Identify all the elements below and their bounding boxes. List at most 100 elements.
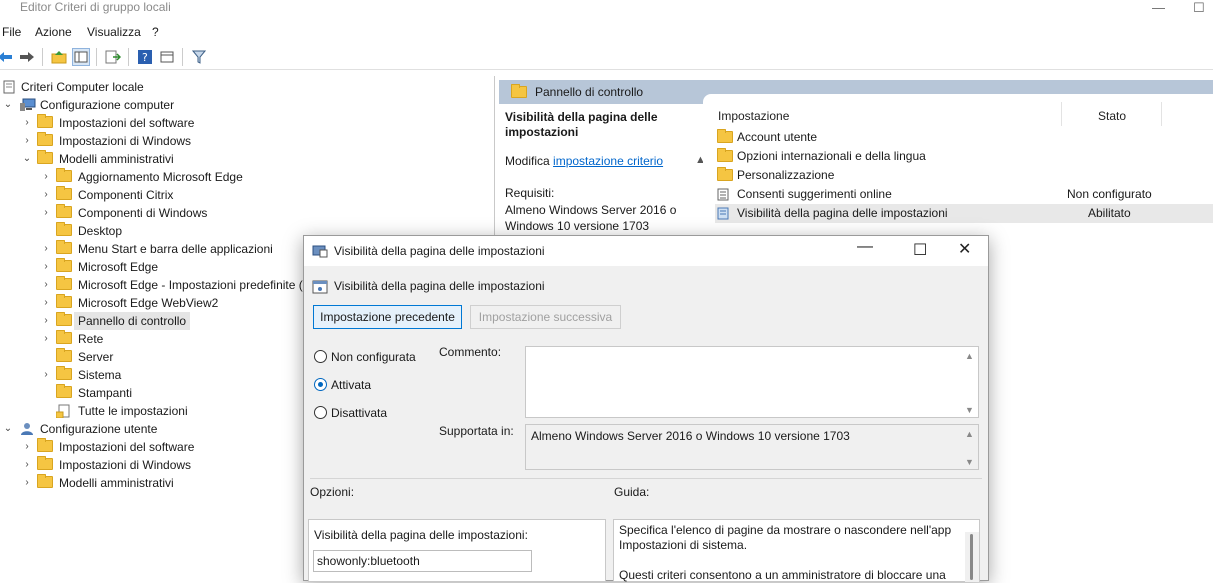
list-item[interactable]: Personalizzazione	[715, 166, 1213, 185]
chevron-right-icon[interactable]: ›	[40, 366, 52, 384]
help-scrollbar[interactable]	[965, 532, 979, 582]
toolbar: ?	[0, 44, 1213, 70]
list-item-state: Abilitato	[1088, 206, 1131, 220]
list-item-name: Account utente	[737, 130, 818, 144]
policy-app-icon	[312, 244, 328, 261]
chevron-right-icon[interactable]: ›	[40, 168, 52, 186]
chevron-right-icon[interactable]: ›	[40, 186, 52, 204]
help-scrollbar-thumb[interactable]	[970, 534, 973, 580]
list-item[interactable]: Account utente	[715, 128, 1213, 147]
chevron-down-icon[interactable]: ⌄	[21, 150, 33, 168]
toolbar-separator	[128, 48, 129, 66]
chevron-right-icon[interactable]: ›	[21, 474, 33, 492]
scroll-up-icon[interactable]: ▲	[961, 351, 978, 361]
dialog-titlebar: Visibilità della pagina delle impostazio…	[304, 236, 988, 266]
folder-icon	[717, 129, 733, 143]
chevron-right-icon[interactable]: ›	[21, 114, 33, 132]
chevron-right-icon[interactable]: ›	[40, 330, 52, 348]
chevron-right-icon[interactable]: ›	[21, 132, 33, 150]
chevron-right-icon[interactable]: ›	[21, 438, 33, 456]
dialog-close-button[interactable]: ✕	[958, 239, 971, 259]
option-field-label: Visibilità della pagina delle impostazio…	[314, 528, 528, 542]
chevron-right-icon[interactable]: ›	[40, 258, 52, 276]
folder-icon	[56, 312, 72, 326]
column-header-state[interactable]: Stato	[1098, 109, 1126, 123]
edit-policy-link[interactable]: impostazione criterio	[553, 154, 663, 168]
scroll-down-icon[interactable]: ▼	[961, 457, 978, 467]
filter-icon[interactable]	[190, 48, 208, 66]
folder-icon	[37, 474, 53, 488]
tree-label: Server	[78, 350, 114, 364]
chevron-right-icon[interactable]: ›	[40, 240, 52, 258]
radio-enabled[interactable]	[314, 378, 327, 391]
all-settings-icon	[55, 404, 72, 419]
folder-icon	[56, 186, 72, 200]
list-item-selected[interactable]: Visibilità della pagina delle impostazio…	[715, 204, 1213, 223]
toolbar-separator	[42, 48, 43, 66]
radio-enabled-label[interactable]: Attivata	[331, 378, 371, 392]
folder-icon	[37, 132, 53, 146]
window-title: Editor Criteri di gruppo locali	[20, 0, 171, 14]
help-icon[interactable]: ?	[136, 48, 154, 66]
chevron-right-icon[interactable]: ›	[40, 276, 52, 294]
radio-disabled-label[interactable]: Disattivata	[331, 406, 387, 420]
policy-description: Visibilità della pagina delle impostazio…	[505, 110, 695, 234]
option-value-text: showonly:bluetooth	[317, 554, 420, 568]
tree-label: Impostazioni del software	[59, 116, 195, 130]
folder-icon	[37, 438, 53, 452]
dialog-minimize-button[interactable]: —	[857, 238, 873, 256]
tree-label: Aggiornamento Microsoft Edge	[78, 170, 243, 184]
policy-title: Visibilità della pagina delle impostazio…	[505, 110, 658, 139]
radio-not-configured-label[interactable]: Non configurata	[331, 350, 416, 364]
folder-icon	[511, 84, 527, 98]
menu-view[interactable]: Visualizza	[87, 25, 141, 39]
up-folder-icon[interactable]	[50, 48, 68, 66]
radio-disabled[interactable]	[314, 406, 327, 419]
list-item[interactable]: Opzioni internazionali e della lingua	[715, 147, 1213, 166]
scroll-down-icon[interactable]: ▼	[961, 405, 978, 415]
chevron-down-icon[interactable]: ⌄	[2, 420, 14, 438]
folder-icon	[56, 204, 72, 218]
menu-help[interactable]: ?	[152, 25, 159, 39]
menu-file[interactable]: File	[2, 25, 21, 39]
folder-icon	[37, 114, 53, 128]
tree-label: Impostazioni di Windows	[59, 458, 192, 472]
option-value-input[interactable]: showonly:bluetooth	[313, 550, 532, 572]
list-item-name: Consenti suggerimenti online	[737, 187, 892, 201]
chevron-right-icon[interactable]: ›	[40, 204, 52, 222]
minimize-button[interactable]: —	[1152, 0, 1165, 15]
tree-label: Componenti di Windows	[78, 206, 208, 220]
previous-setting-button[interactable]: Impostazione precedente	[313, 305, 462, 329]
tree-label: Microsoft Edge WebView2	[78, 296, 219, 310]
toolbar-separator	[96, 48, 97, 66]
chevron-down-icon[interactable]: ⌄	[2, 96, 14, 114]
folder-icon	[56, 294, 72, 308]
show-hide-tree-icon[interactable]	[72, 48, 90, 66]
export-list-icon[interactable]	[104, 48, 122, 66]
properties-icon[interactable]	[158, 48, 176, 66]
chevron-right-icon[interactable]: ›	[21, 456, 33, 474]
tree-item-control-panel[interactable]: › Pannello di controllo	[40, 312, 191, 330]
forward-icon[interactable]	[18, 48, 36, 66]
column-header-setting[interactable]: Impostazione	[718, 109, 789, 123]
back-icon[interactable]	[0, 48, 14, 66]
window-titlebar: Editor Criteri di gruppo locali — ☐	[0, 0, 1213, 22]
scroll-up-icon[interactable]: ▲	[961, 429, 978, 439]
chevron-right-icon[interactable]: ›	[40, 312, 52, 330]
menu-action[interactable]: Azione	[35, 25, 72, 39]
column-divider	[1161, 102, 1162, 126]
comment-textarea[interactable]: ▲ ▼	[525, 346, 979, 418]
modify-line: Modifica impostazione criterio	[505, 154, 695, 168]
section-divider	[310, 478, 982, 479]
policy-setting-icon	[312, 278, 328, 297]
next-setting-button[interactable]: Impostazione successiva	[470, 305, 621, 329]
list-item[interactable]: Consenti suggerimenti online Non configu…	[715, 185, 1213, 204]
requirements-label: Requisiti:	[505, 186, 555, 200]
tree-label: Impostazioni di Windows	[59, 134, 192, 148]
chevron-right-icon[interactable]: ›	[40, 294, 52, 312]
dialog-maximize-button[interactable]: ☐	[913, 240, 927, 260]
folder-icon	[717, 167, 733, 181]
maximize-button[interactable]: ☐	[1193, 0, 1205, 16]
computer-icon	[20, 98, 36, 111]
radio-not-configured[interactable]	[314, 350, 327, 363]
